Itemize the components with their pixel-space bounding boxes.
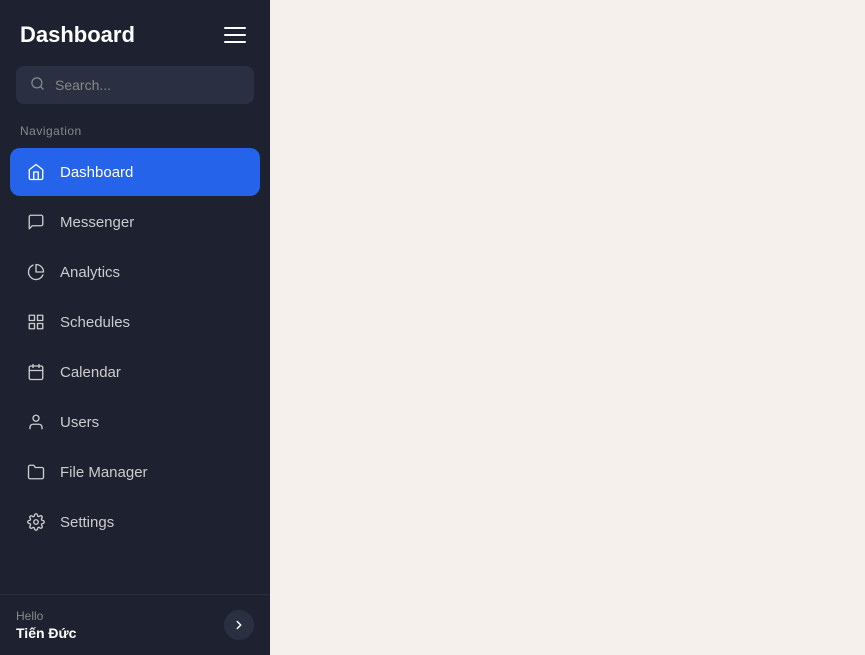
nav-section-label: Navigation (0, 124, 270, 148)
calendar-icon (26, 362, 46, 382)
user-circle-icon (26, 412, 46, 432)
grid-icon (26, 312, 46, 332)
sidebar-item-label: Calendar (60, 364, 121, 381)
sidebar-item-label: Schedules (60, 314, 130, 331)
sidebar-item-dashboard[interactable]: Dashboard (10, 148, 260, 196)
hamburger-line-2 (224, 34, 246, 36)
sidebar-item-label: File Manager (60, 464, 148, 481)
home-icon (26, 162, 46, 182)
user-info: Hello Tiến Đức (16, 609, 76, 641)
sidebar-item-calendar[interactable]: Calendar (10, 348, 260, 396)
hamburger-line-1 (224, 27, 246, 29)
hamburger-line-3 (224, 41, 246, 43)
main-content (270, 0, 865, 655)
sidebar-item-users[interactable]: Users (10, 398, 260, 446)
sidebar-item-label: Analytics (60, 264, 120, 281)
sidebar-title: Dashboard (20, 22, 135, 48)
sidebar-item-schedules[interactable]: Schedules (10, 298, 260, 346)
sidebar-item-label: Dashboard (60, 164, 133, 181)
pie-chart-icon (26, 262, 46, 282)
sidebar-item-settings[interactable]: Settings (10, 498, 260, 546)
user-name: Tiến Đức (16, 625, 76, 641)
sidebar-item-messenger[interactable]: Messenger (10, 198, 260, 246)
search-container (0, 66, 270, 124)
user-hello-label: Hello (16, 609, 76, 623)
user-footer[interactable]: Hello Tiến Đức (0, 594, 270, 655)
hamburger-button[interactable] (220, 23, 250, 47)
user-chevron-button[interactable] (224, 610, 254, 640)
sidebar-item-analytics[interactable]: Analytics (10, 248, 260, 296)
sidebar-item-file-manager[interactable]: File Manager (10, 448, 260, 496)
sidebar-item-label: Messenger (60, 214, 134, 231)
chevron-right-icon (232, 618, 246, 632)
nav-items: Dashboard Messenger Analytics Schedules (0, 148, 270, 594)
folder-icon (26, 462, 46, 482)
sidebar: Dashboard Navigation Dashboard (0, 0, 270, 655)
settings-icon (26, 512, 46, 532)
sidebar-item-label: Settings (60, 514, 114, 531)
search-input[interactable] (55, 77, 240, 93)
sidebar-header: Dashboard (0, 0, 270, 66)
search-box (16, 66, 254, 104)
message-circle-icon (26, 212, 46, 232)
sidebar-item-label: Users (60, 414, 99, 431)
search-icon (30, 76, 45, 94)
